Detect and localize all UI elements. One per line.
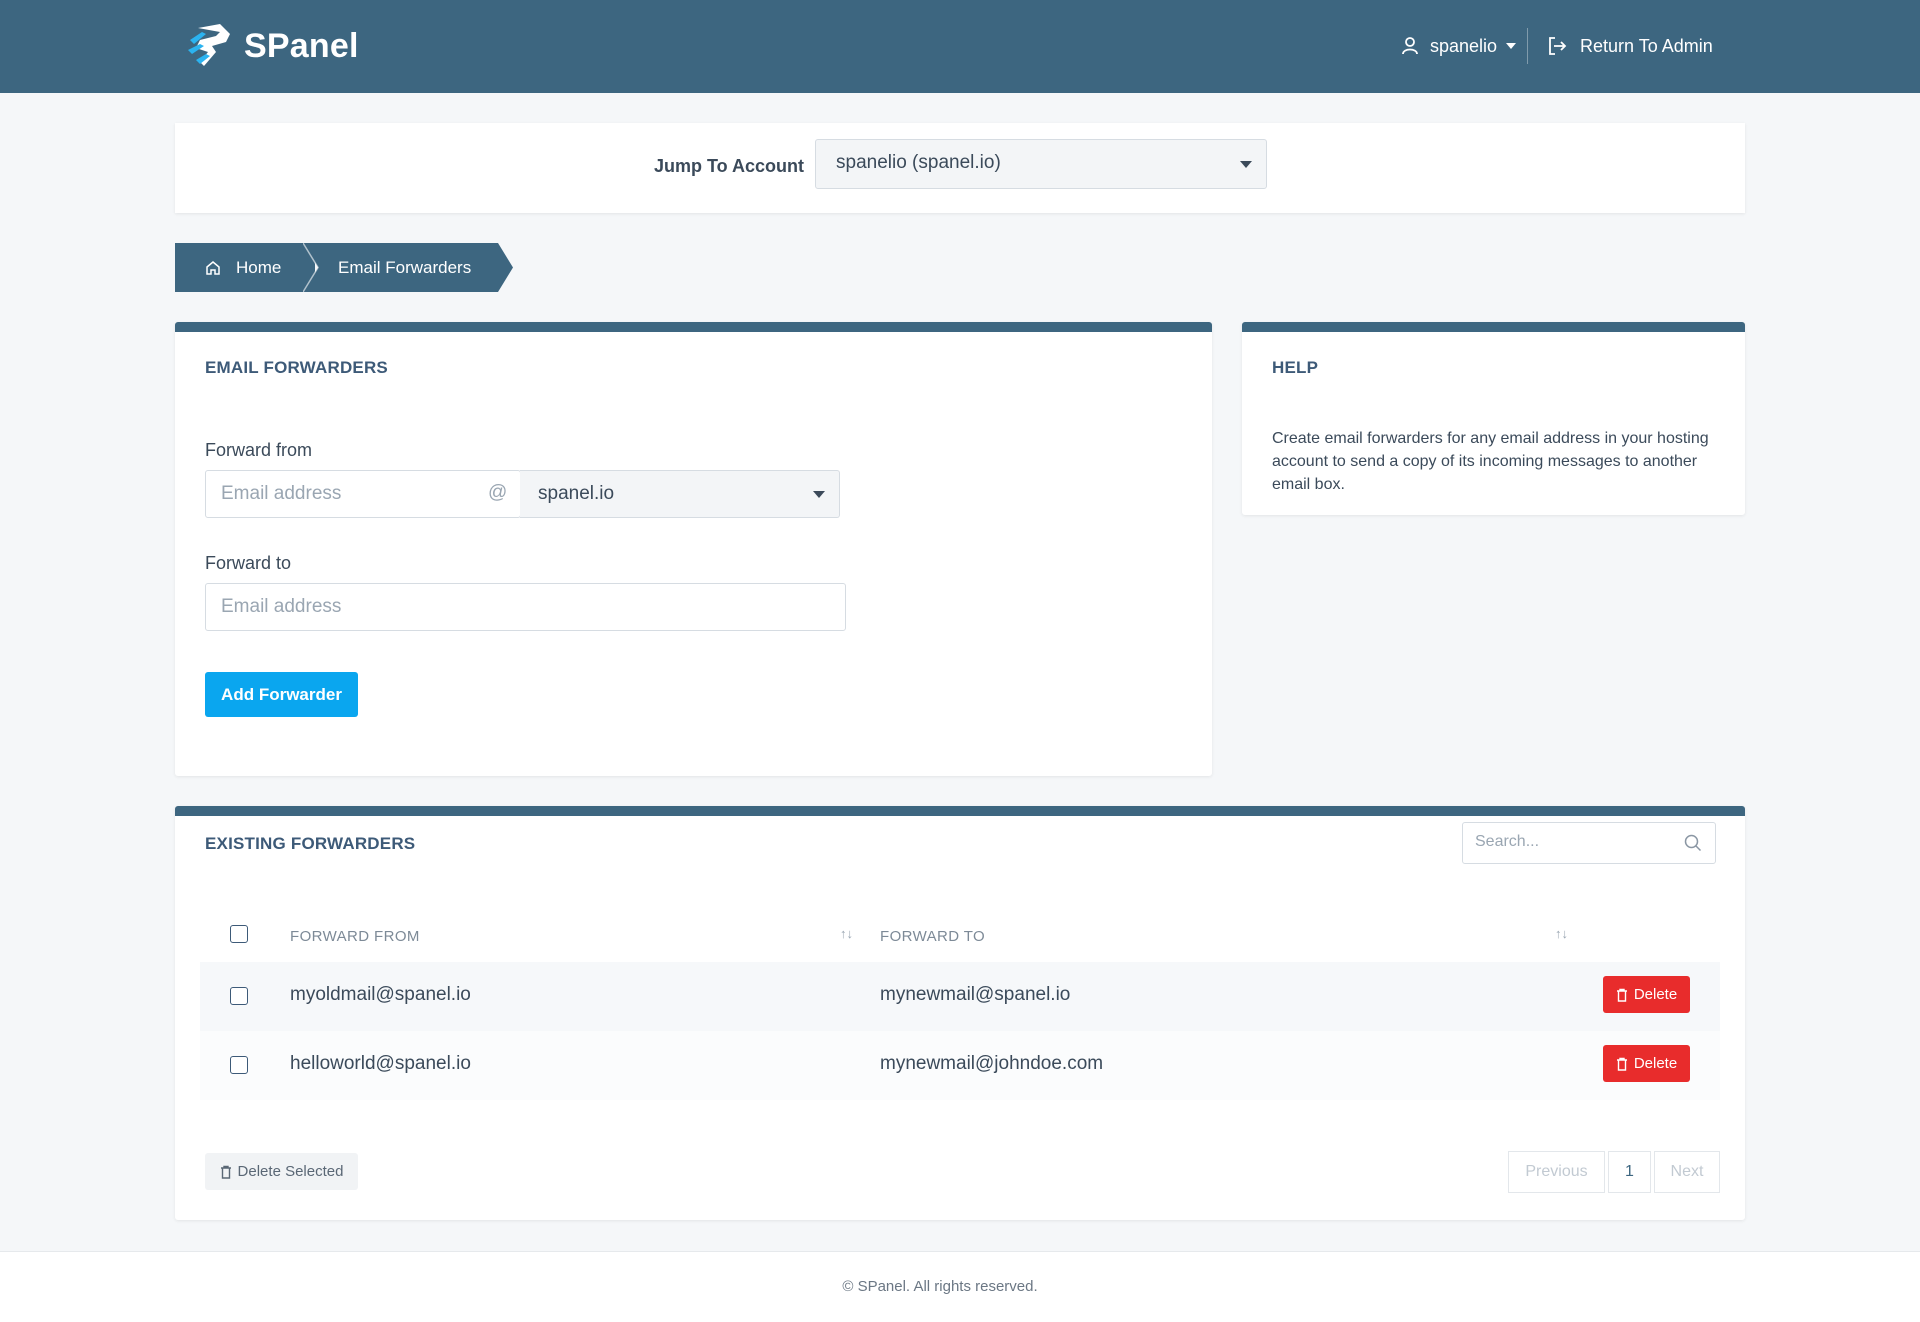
existing-forwarders-card: EXISTING FORWARDERS Search... FORWARD FR… <box>175 806 1745 1220</box>
row-checkbox[interactable] <box>230 1056 248 1074</box>
search-icon <box>1684 834 1702 852</box>
sort-icon[interactable]: ↑↓ <box>1555 926 1568 941</box>
account-select[interactable]: spanelio (spanel.io) <box>815 139 1267 189</box>
search-input[interactable]: Search... <box>1462 822 1716 864</box>
delete-selected-button[interactable]: Delete Selected <box>205 1153 358 1190</box>
header-divider <box>1527 28 1528 64</box>
forward-to-cell: mynewmail@johndoe.com <box>880 1053 1104 1074</box>
breadcrumb-home-label: Home <box>236 257 282 277</box>
trash-icon <box>1616 1057 1627 1071</box>
trash-icon <box>220 1165 231 1179</box>
jump-to-account-label: Jump To Account <box>654 156 804 176</box>
email-forwarders-title: EMAIL FORWARDERS <box>205 358 388 377</box>
forward-from-cell: helloworld@spanel.io <box>290 1053 471 1074</box>
pagination-previous[interactable]: Previous <box>1508 1151 1605 1193</box>
top-navbar: SPanel spanelio Return To Admin <box>0 0 1920 93</box>
row-checkbox[interactable] <box>230 987 248 1005</box>
at-icon: @ <box>488 482 508 503</box>
forwarders-table: FORWARD FROM ↑↓ FORWARD TO ↑↓ myoldmail@… <box>200 910 1720 1100</box>
forward-from-cell: myoldmail@spanel.io <box>290 984 471 1005</box>
delete-label: Delete <box>1633 986 1678 1003</box>
help-title: HELP <box>1272 358 1319 377</box>
footer: © SPanel. All rights reserved. <box>0 1251 1920 1322</box>
email-forwarders-card: EMAIL FORWARDERS Forward from Email addr… <box>175 322 1212 776</box>
existing-forwarders-title: EXISTING FORWARDERS <box>205 834 416 853</box>
footer-copyright: © SPanel. All rights reserved. <box>842 1278 1038 1295</box>
chevron-down-icon <box>1506 43 1517 49</box>
forward-to-cell: mynewmail@spanel.io <box>880 984 1071 1005</box>
forward-to-label: Forward to <box>205 553 292 573</box>
forward-to-input[interactable]: Email address <box>205 583 846 631</box>
help-text: Create email forwarders for any email ad… <box>1272 430 1709 493</box>
table-row: helloworld@spanel.io mynewmail@johndoe.c… <box>200 1031 1720 1100</box>
username: spanelio <box>1430 35 1498 56</box>
chevron-down-icon <box>813 491 825 498</box>
logout-icon <box>1549 37 1567 55</box>
forward-from-label: Forward from <box>205 440 313 460</box>
trash-icon <box>1616 988 1627 1002</box>
delete-selected-label: Delete Selected <box>237 1163 344 1180</box>
breadcrumb-current-label: Email Forwarders <box>338 258 472 277</box>
brand-name: SPanel <box>244 26 359 65</box>
spanel-logo[interactable]: SPanel <box>186 22 359 70</box>
forward-from-input[interactable]: Email address @ <box>205 470 521 518</box>
column-forward-from[interactable]: FORWARD FROM <box>290 928 420 945</box>
domain-select-value: spanel.io <box>538 483 615 504</box>
user-icon <box>1402 37 1418 55</box>
spanel-logo-icon <box>188 24 230 66</box>
pagination-next[interactable]: Next <box>1654 1151 1720 1193</box>
search-placeholder: Search... <box>1475 833 1540 850</box>
help-card: HELP Create email forwarders for any ema… <box>1242 322 1745 515</box>
delete-label: Delete <box>1633 1055 1678 1072</box>
sort-icon[interactable]: ↑↓ <box>840 926 853 941</box>
return-to-admin-label: Return To Admin <box>1580 35 1713 56</box>
select-all-checkbox[interactable] <box>230 925 248 943</box>
chevron-down-icon <box>1240 161 1252 168</box>
user-menu[interactable]: spanelio <box>1400 30 1517 62</box>
delete-button[interactable]: Delete <box>1603 976 1690 1013</box>
column-forward-to[interactable]: FORWARD TO <box>880 928 985 945</box>
table-row: myoldmail@spanel.io mynewmail@spanel.io … <box>200 962 1720 1031</box>
jump-to-account-card: Jump To Account spanelio (spanel.io) <box>175 123 1745 213</box>
return-to-admin-link[interactable]: Return To Admin <box>1546 30 1713 62</box>
delete-button[interactable]: Delete <box>1603 1045 1690 1082</box>
home-icon <box>206 260 220 275</box>
domain-select[interactable]: spanel.io <box>520 470 840 518</box>
breadcrumb-home[interactable]: Home <box>175 243 315 292</box>
account-select-value: spanelio (spanel.io) <box>836 152 1001 173</box>
add-forwarder-button[interactable]: Add Forwarder <box>205 672 358 717</box>
table-header: FORWARD FROM ↑↓ FORWARD TO ↑↓ <box>200 910 1720 962</box>
forward-to-placeholder: Email address <box>221 596 342 617</box>
pagination-page-1[interactable]: 1 <box>1608 1151 1651 1193</box>
forward-from-placeholder: Email address <box>221 483 342 504</box>
